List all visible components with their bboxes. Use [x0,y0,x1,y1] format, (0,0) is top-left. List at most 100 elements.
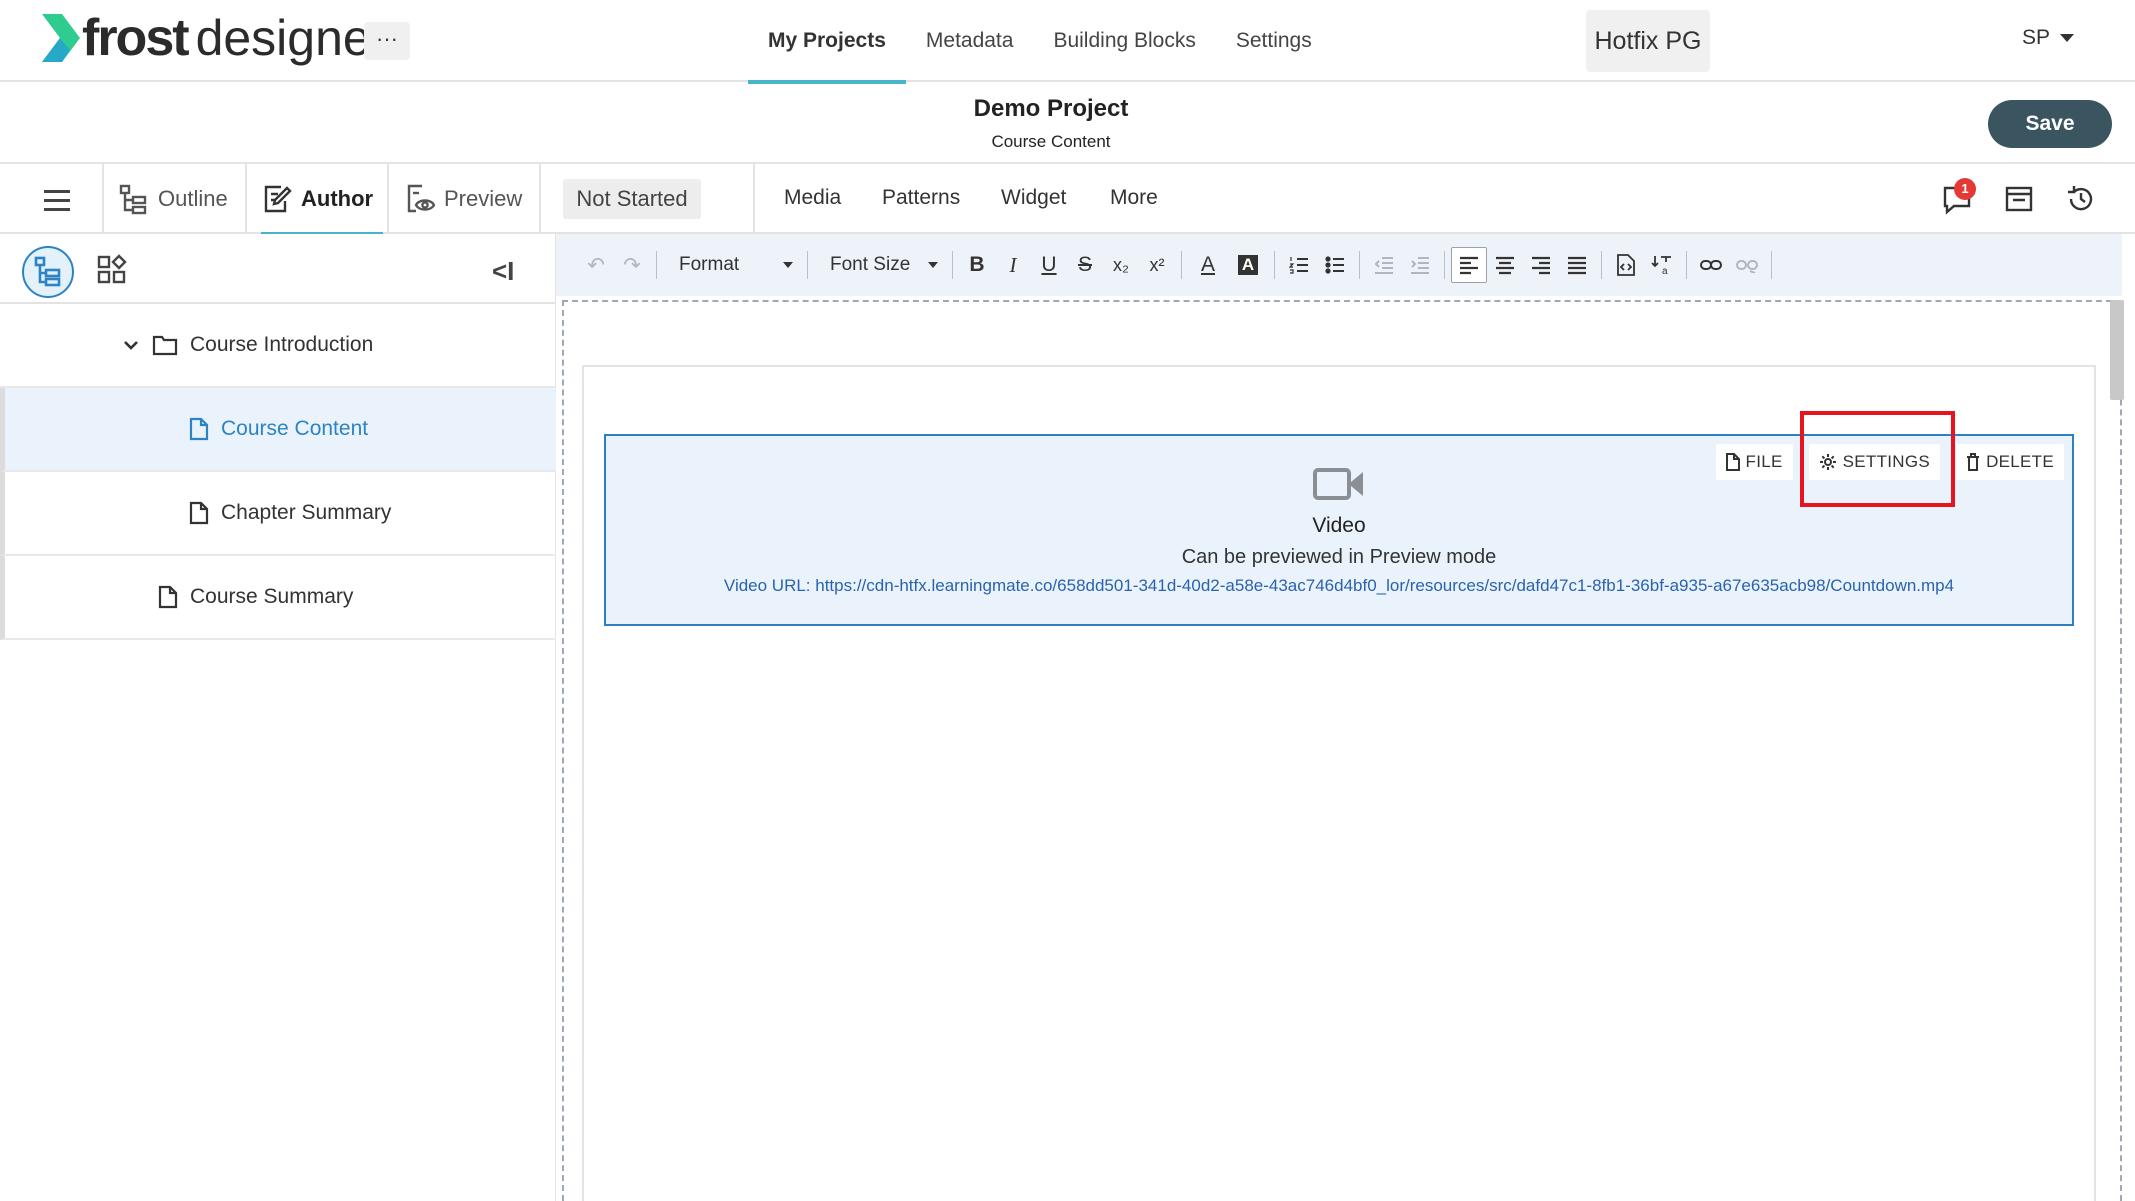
logo-chevron-icon [42,14,80,62]
author-icon [264,185,292,213]
outline-icon [119,184,147,215]
tab-author-label: Author [301,186,374,211]
tab-outline[interactable]: Outline [118,164,228,234]
page-icon [158,585,178,609]
tool-more[interactable]: More [1110,186,1158,210]
divider [245,164,247,234]
underline-button[interactable]: U [1031,247,1067,283]
format-dropdown[interactable]: Format [663,254,801,276]
trash-icon [1967,453,1980,471]
grid-view-icon[interactable] [96,254,128,286]
top-navigation-bar: frost designer ··· My Projects Metadata … [0,0,2135,84]
tool-widget[interactable]: Widget [1001,186,1066,210]
tool-media[interactable]: Media [784,186,841,210]
undo-icon[interactable]: ↶ [578,247,614,283]
delete-button[interactable]: DELETE [1956,444,2064,480]
svg-text:a: a [1662,266,1668,276]
project-title-bar: Demo Project Course Content Save [0,82,2135,164]
font-size-dropdown[interactable]: Font Size [814,254,946,276]
divider [539,164,541,234]
tab-preview-label: Preview [444,186,523,211]
nav-settings[interactable]: Settings [1216,0,1332,82]
strikethrough-button[interactable]: S [1067,247,1103,283]
collapse-sidebar-button[interactable]: <I [492,256,514,287]
align-center-icon[interactable] [1487,247,1523,283]
main-nav: My Projects Metadata Building Blocks Set… [748,0,1332,84]
tool-patterns[interactable]: Patterns [882,186,960,210]
sidebar-header: <I [0,234,556,304]
divider [102,164,104,234]
page-icon [189,501,209,525]
video-preview-note: Can be previewed in Preview mode [1181,546,1497,568]
history-icon[interactable] [2064,182,2098,216]
outdent-icon[interactable] [1366,247,1402,283]
bulleted-list-icon[interactable] [1317,247,1353,283]
panel-icon[interactable] [2002,182,2036,216]
indent-icon[interactable] [1402,247,1438,283]
tab-outline-label: Outline [158,186,228,211]
user-menu[interactable]: SP [2022,26,2075,50]
bold-button[interactable]: B [959,247,995,283]
outline-sidebar: <I Course Introduction Course Content Ch… [0,234,556,1201]
unlink-icon[interactable] [1729,247,1765,283]
file-button[interactable]: FILE [1715,444,1793,480]
notification-badge: 1 [1954,178,1976,200]
user-initials: SP [2022,26,2051,49]
chevron-down-icon [783,262,793,268]
tab-preview[interactable]: Preview [404,164,522,234]
frost-designer-logo[interactable]: frost designer [40,8,387,68]
folder-icon [152,335,178,356]
page-subtitle: Course Content [991,132,1111,151]
tree-item-course-introduction[interactable]: Course Introduction [0,304,556,388]
background-color-button[interactable]: A [1228,247,1268,283]
tree-item-course-summary[interactable]: Course Summary [0,556,556,640]
save-button[interactable]: Save [1988,100,2112,148]
logo-text-frost: frost [82,9,190,67]
chevron-down-icon[interactable] [122,336,140,354]
tree-view-icon [34,256,61,287]
tree-item-course-content[interactable]: Course Content [0,388,556,472]
tree-view-toggle[interactable] [22,246,74,298]
preview-icon [407,184,436,213]
more-apps-button[interactable]: ··· [364,22,410,60]
logo-text-designer: designer [195,10,388,66]
video-title: Video [1312,514,1366,537]
divider [387,164,389,234]
text-color-button[interactable]: A [1188,247,1228,283]
hamburger-menu-icon[interactable] [44,190,70,217]
align-left-icon[interactable] [1451,247,1487,283]
tab-author[interactable]: Author [261,164,384,236]
tree-item-label: Chapter Summary [221,501,392,524]
text-direction-icon[interactable]: a [1644,247,1680,283]
video-url[interactable]: Video URL: https://cdn-htfx.learningmate… [606,576,2072,596]
background-color-label: A [1237,255,1259,275]
align-right-icon[interactable] [1523,247,1559,283]
source-code-icon[interactable] [1608,247,1644,283]
tree-item-label: Course Summary [190,585,354,608]
format-dropdown-label: Format [679,254,740,275]
vertical-scrollbar[interactable] [2110,300,2124,400]
settings-highlight-annotation [1800,411,1955,507]
italic-button[interactable]: I [995,247,1031,283]
chevron-down-icon [2060,34,2075,42]
numbered-list-icon[interactable] [1281,247,1317,283]
superscript-button[interactable]: x² [1139,247,1175,283]
status-badge[interactable]: Not Started [563,179,701,219]
video-camera-icon [1313,468,1363,500]
tree-item-chapter-summary[interactable]: Chapter Summary [0,472,556,556]
nav-my-projects[interactable]: My Projects [748,0,906,84]
file-icon [1725,453,1740,471]
divider [753,164,755,234]
nav-metadata[interactable]: Metadata [906,0,1034,82]
page-icon [189,417,209,441]
link-icon[interactable] [1693,247,1729,283]
align-justify-icon[interactable] [1559,247,1595,283]
rich-text-toolbar: ↶ ↷ Format Font Size B I U S x₂ x² A A a [556,234,2122,296]
redo-icon[interactable]: ↷ [614,247,650,283]
nav-building-blocks[interactable]: Building Blocks [1033,0,1215,82]
tree-item-label: Course Introduction [190,333,374,356]
tree-item-label: Course Content [221,417,369,440]
subscript-button[interactable]: x₂ [1103,247,1139,283]
mode-toolbar: Outline Author Preview Not Started Media… [0,164,2135,236]
chevron-down-icon [928,262,938,268]
